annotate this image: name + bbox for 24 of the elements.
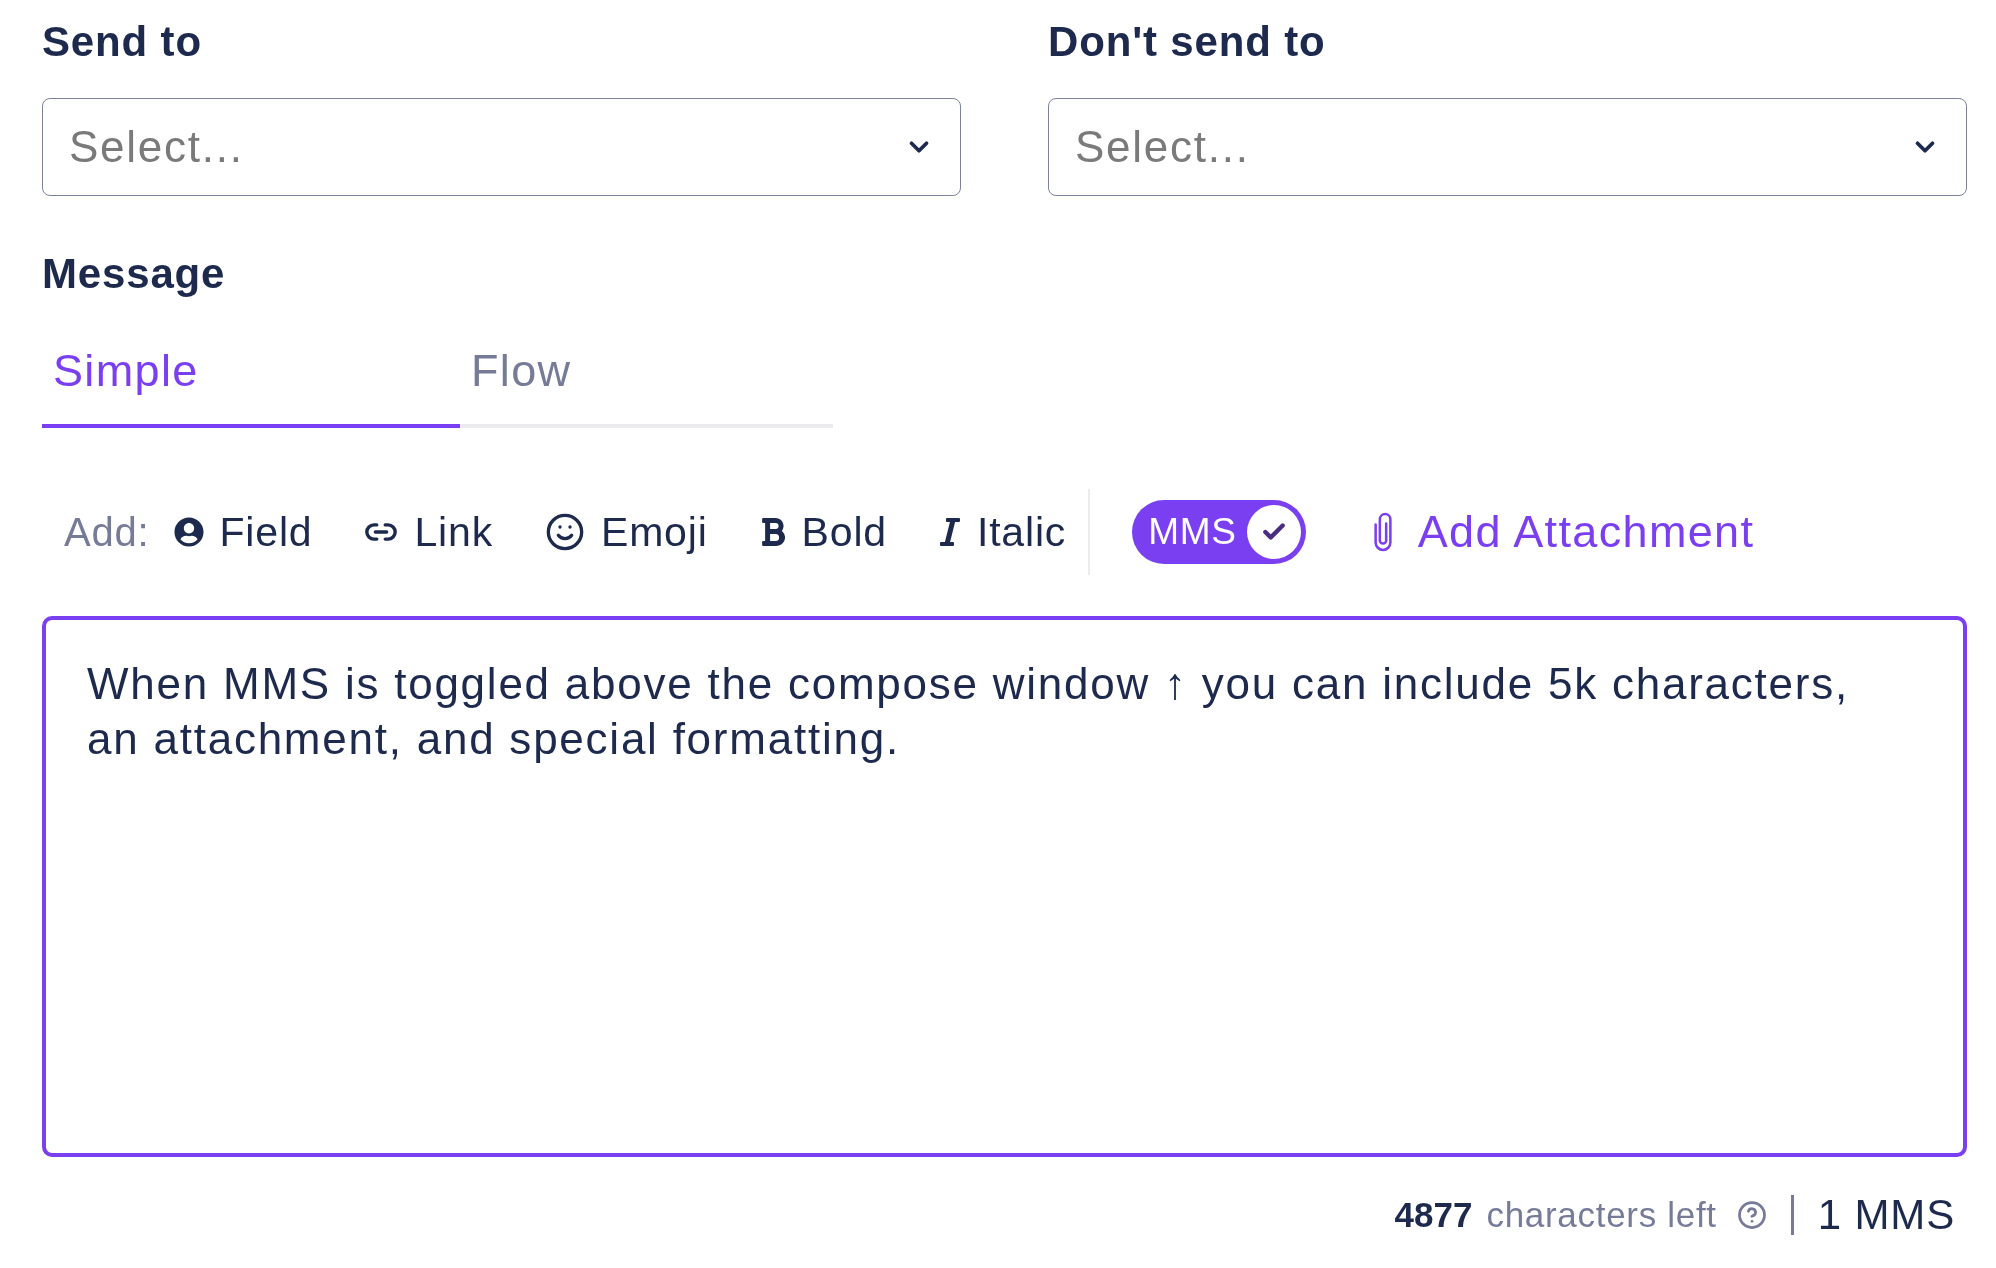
section-label: Message bbox=[42, 250, 226, 298]
smiley-face-icon bbox=[544, 512, 585, 552]
field-label: Don't send to bbox=[1048, 18, 1326, 66]
characters-left-label: characters left bbox=[1486, 1194, 1717, 1236]
field-label: Send to bbox=[42, 18, 202, 66]
bold-icon bbox=[759, 516, 786, 548]
character-count: 4877 bbox=[1394, 1194, 1473, 1236]
select-field[interactable]: Select... bbox=[42, 98, 961, 196]
toolbar-button[interactable]: Link bbox=[364, 508, 493, 556]
toolbar-button[interactable]: Emoji bbox=[544, 508, 708, 556]
tab[interactable]: Flow bbox=[460, 336, 833, 428]
tab[interactable]: Simple bbox=[42, 336, 460, 428]
message-input[interactable]: When MMS is toggled above the compose window ↑ you can include 5k characters, an attachment, and special formatting. bbox=[42, 616, 1967, 1157]
paperclip-icon bbox=[1371, 512, 1394, 552]
toolbar-button[interactable]: Field bbox=[173, 508, 313, 556]
add-label: Add: bbox=[64, 509, 150, 556]
select-field[interactable]: Select... bbox=[1048, 98, 1967, 196]
message-count: 1 MMS bbox=[1817, 1190, 1955, 1240]
mms-toggle[interactable]: MMS bbox=[1132, 500, 1306, 564]
toolbar-button[interactable]: Bold bbox=[759, 508, 887, 556]
help-icon[interactable] bbox=[1736, 1200, 1767, 1230]
toolbar-button[interactable]: Italic bbox=[938, 508, 1067, 556]
italic-icon bbox=[938, 516, 961, 548]
add-attachment-button[interactable]: Add Attachment bbox=[1371, 506, 1755, 558]
